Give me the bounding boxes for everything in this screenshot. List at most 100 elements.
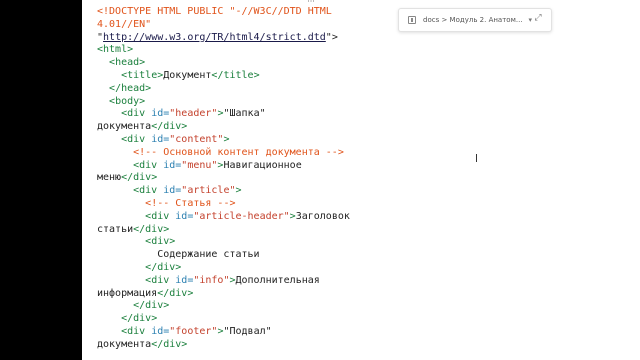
code-token: Документ [163, 69, 212, 81]
code-token: id= [151, 133, 170, 145]
code-token: 4.01//EN" [97, 18, 152, 30]
code-token: <body> [109, 95, 146, 107]
bookmark-icon[interactable] [408, 16, 416, 24]
code-line: <head> [97, 57, 557, 70]
code-token: id= [163, 159, 182, 171]
code-link[interactable]: http://www.w3.org/TR/html4/strict.dtd [103, 32, 326, 43]
document-page: <!DOCTYPE HTML PUBLIC "-//W3C//DTD HTML 4… [82, 0, 557, 360]
code-token: </div> [151, 121, 188, 133]
code-line: информация</div> [97, 288, 557, 301]
code-token: документа [97, 121, 152, 133]
code-token: Содержание статьи [97, 249, 260, 261]
code-token: "header" [169, 108, 218, 120]
code-line: <!-- Статья --> [97, 198, 557, 211]
code-line: меню</div> [97, 172, 557, 185]
code-token: <div [133, 185, 164, 197]
code-line: <title>Документ</title> [97, 70, 557, 83]
code-token: </title> [211, 69, 260, 81]
code-token: <div [121, 133, 152, 145]
code-token: > [223, 133, 230, 145]
code-token: "Подвал" [223, 325, 272, 337]
code-token: <!-- Статья --> [145, 197, 236, 209]
code-line: Содержание статьи [97, 249, 557, 262]
code-token: статьи [97, 223, 134, 235]
code-token: <div> [145, 236, 176, 248]
code-token: </div> [157, 287, 194, 299]
code-line: <div id="footer">"Подвал" [97, 326, 557, 339]
code-token: "article" [181, 185, 236, 197]
code-line: статьи</div> [97, 224, 557, 237]
code-token: "info" [193, 274, 230, 286]
code-block[interactable]: <!DOCTYPE HTML PUBLIC "-//W3C//DTD HTML 4… [97, 6, 557, 352]
page-gutter [82, 0, 97, 360]
code-line: <div id="article"> [97, 185, 557, 198]
expand-icon[interactable]: ⤢ [530, 11, 546, 25]
code-token: <head> [109, 57, 146, 69]
code-token: "article-header" [193, 210, 290, 222]
code-line: <html> [97, 44, 557, 57]
more-options-icon[interactable]: ··· [304, 0, 318, 6]
code-token: </div> [151, 338, 188, 350]
code-token: Дополнительная [235, 274, 320, 286]
code-token: <div [145, 274, 176, 286]
code-line: документа</div> [97, 339, 557, 352]
code-token: <div [133, 159, 164, 171]
code-token: <html> [97, 44, 134, 56]
code-line: <div id="article-header">Заголовок [97, 211, 557, 224]
breadcrumb[interactable]: docs > Модуль 2. Анатом... [423, 16, 523, 24]
code-token: > [235, 185, 242, 197]
code-token: </div> [145, 261, 182, 273]
code-token: <div [121, 325, 152, 337]
code-token: "> [325, 31, 338, 43]
code-line: </div> [97, 313, 557, 326]
code-line: <div id="menu">Навигационное [97, 160, 557, 173]
code-token: id= [175, 274, 194, 286]
code-token: "menu" [181, 159, 218, 171]
side-panel [557, 0, 640, 360]
code-line: <div id="header">"Шапка" [97, 108, 557, 121]
text-cursor [476, 154, 477, 162]
code-token: Навигационное [223, 159, 302, 171]
code-token: id= [163, 185, 182, 197]
code-token: id= [151, 325, 170, 337]
code-token: </div> [121, 172, 158, 184]
code-token: </div> [133, 300, 170, 312]
code-token: id= [175, 210, 194, 222]
code-line: документа</div> [97, 121, 557, 134]
code-token: <!-- Основной контент документа --> [133, 146, 344, 158]
code-line: <div id="info">Дополнительная [97, 275, 557, 288]
code-line: </head> [97, 83, 557, 96]
code-token: "Шапка" [223, 108, 266, 120]
code-line: <div id="content"> [97, 134, 557, 147]
code-token: </head> [109, 82, 152, 94]
code-token: </div> [133, 223, 170, 235]
code-token: <title> [121, 69, 164, 81]
code-line: </div> [97, 300, 557, 313]
code-token: информация [97, 287, 158, 299]
code-line: "http://www.w3.org/TR/html4/strict.dtd"> [97, 32, 557, 45]
code-token: "footer" [169, 325, 218, 337]
code-line: <body> [97, 96, 557, 109]
code-token: Заголовок [295, 210, 350, 222]
code-line: <!-- Основной контент документа --> [97, 147, 557, 160]
code-token: <div [145, 210, 176, 222]
breadcrumb-popup[interactable]: docs > Модуль 2. Анатом... ▾ [398, 8, 552, 32]
code-token: </div> [121, 313, 158, 325]
code-token: "content" [169, 133, 224, 145]
code-line: </div> [97, 262, 557, 275]
